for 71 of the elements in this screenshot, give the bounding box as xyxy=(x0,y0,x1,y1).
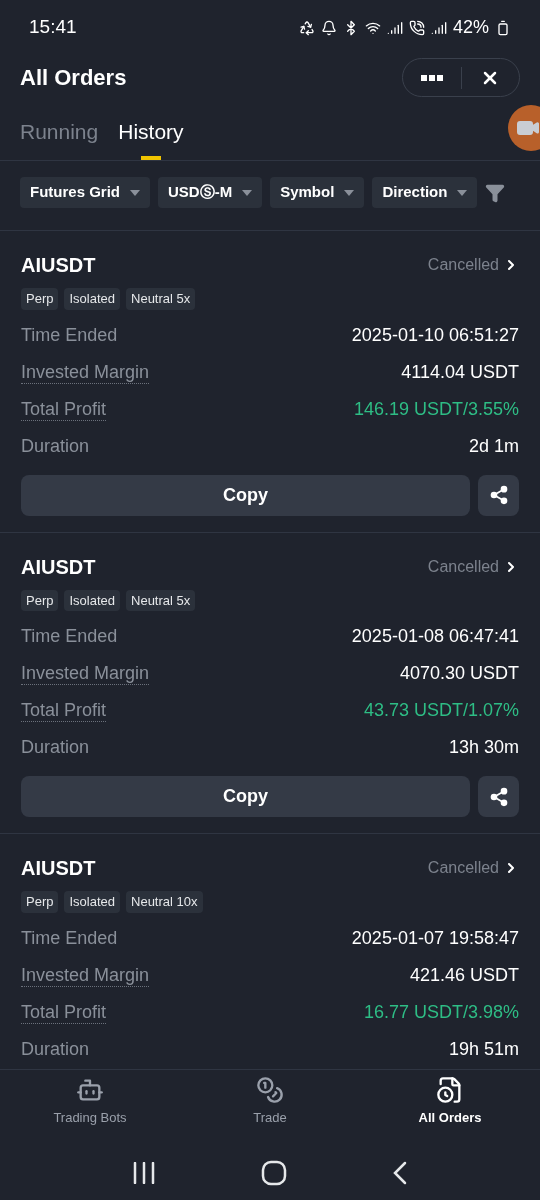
field-label[interactable]: Total Profit xyxy=(21,699,107,722)
filter-icon[interactable] xyxy=(485,182,506,203)
filter-dropdown[interactable]: Direction xyxy=(372,177,478,208)
field-label: Duration xyxy=(21,1037,90,1061)
order-symbol: AIUSDT xyxy=(21,253,96,278)
page-title: All Orders xyxy=(20,64,127,92)
filter-dropdown[interactable]: Symbol xyxy=(270,177,365,208)
share-icon xyxy=(488,485,509,505)
tab[interactable]: History xyxy=(118,114,184,160)
filter-dropdown[interactable]: Futures Grid xyxy=(20,177,150,208)
battery-percent: 42% xyxy=(452,16,489,39)
field-label: Time Ended xyxy=(21,926,118,950)
order-tag: Neutral 10x xyxy=(126,891,203,913)
field-value: 2025-01-08 06:47:41 xyxy=(351,625,519,648)
field-label[interactable]: Invested Margin xyxy=(21,360,150,384)
field-value: 4070.30 USDT xyxy=(399,662,519,685)
document-clock-icon xyxy=(436,1076,464,1104)
status-link[interactable]: Cancelled xyxy=(427,253,519,277)
copy-button[interactable]: Copy xyxy=(21,474,470,516)
more-icon xyxy=(420,74,443,81)
share-button[interactable] xyxy=(478,776,519,817)
tab[interactable]: Running xyxy=(20,114,99,160)
order-tag: Neutral 5x xyxy=(126,589,196,611)
order-tag: Neutral 5x xyxy=(126,288,196,310)
field-value: 4114.04 USDT xyxy=(401,360,519,384)
field-value: 16.77 USDT/3.98% xyxy=(363,1000,519,1024)
back-icon[interactable] xyxy=(391,1160,408,1185)
dropdown-caret-icon xyxy=(130,189,140,196)
share-icon xyxy=(488,786,509,807)
home-icon[interactable] xyxy=(261,1159,287,1186)
nav-tab[interactable]: All Orders xyxy=(360,1076,540,1145)
field-label[interactable]: Invested Margin xyxy=(21,662,150,685)
filter-dropdown[interactable]: USDⓈ-M xyxy=(158,177,263,208)
field-value: 19h 51m xyxy=(448,1037,519,1061)
copy-button[interactable]: Copy xyxy=(21,776,470,817)
field-label[interactable]: Total Profit xyxy=(21,1000,107,1024)
field-label[interactable]: Invested Margin xyxy=(21,963,150,987)
dropdown-caret-icon xyxy=(344,189,355,196)
field-value: 2d 1m xyxy=(468,434,519,458)
nav-tab[interactable]: Trading Bots xyxy=(0,1076,180,1145)
nav-tab[interactable]: Trade xyxy=(180,1076,360,1145)
order-symbol: AIUSDT xyxy=(21,856,96,881)
share-button[interactable] xyxy=(478,474,519,516)
order-tag: Perp xyxy=(21,589,59,611)
order-tag: Perp xyxy=(21,288,59,310)
field-value: 13h 30m xyxy=(448,736,519,759)
dropdown-caret-icon xyxy=(457,189,468,196)
field-label: Duration xyxy=(21,434,90,458)
field-value: 43.73 USDT/1.07% xyxy=(363,699,519,722)
field-label: Time Ended xyxy=(21,625,118,648)
order-tag: Isolated xyxy=(64,891,120,913)
status-link[interactable]: Cancelled xyxy=(427,554,519,579)
status-time: 15:41 xyxy=(29,15,77,40)
order-tag: Isolated xyxy=(64,589,120,611)
field-value: 421.46 USDT xyxy=(409,963,519,987)
field-label[interactable]: Total Profit xyxy=(21,397,107,421)
status-link[interactable]: Cancelled xyxy=(427,856,519,880)
field-label: Duration xyxy=(21,736,90,759)
order-tag: Isolated xyxy=(64,288,120,310)
field-value: 146.19 USDT/3.55% xyxy=(353,397,519,421)
battery-icon xyxy=(495,19,511,36)
field-label: Time Ended xyxy=(21,323,118,347)
order-tag: Perp xyxy=(21,891,59,913)
field-value: 2025-01-10 06:51:27 xyxy=(351,323,519,347)
signal-icon xyxy=(430,19,447,36)
dropdown-caret-icon xyxy=(242,189,253,196)
coins-icon xyxy=(256,1076,284,1104)
order-symbol: AIUSDT xyxy=(21,554,96,580)
recent-apps-icon[interactable] xyxy=(132,1161,157,1184)
signal-icon xyxy=(386,19,403,36)
field-value: 2025-01-07 19:58:47 xyxy=(351,926,519,950)
